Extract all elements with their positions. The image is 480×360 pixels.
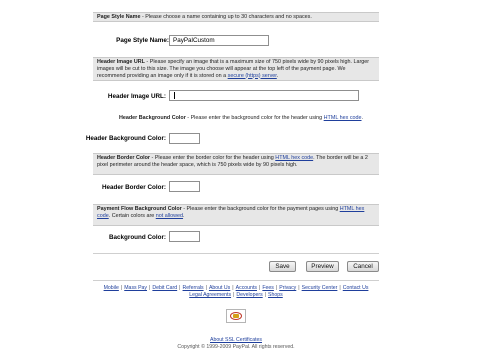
cancel-button[interactable]: Cancel [347,261,379,272]
footer-link-referrals[interactable]: Referrals [183,285,204,291]
preview-button[interactable]: Preview [306,261,339,272]
payment-flow-heading: Payment Flow Background Color [97,206,182,212]
footer-link-legal-agreements[interactable]: Legal Agreements [189,292,231,298]
header-bg-note-end: . [361,115,364,121]
payment-flow-note-text: - Please enter the background color for … [181,206,340,212]
footer-link-developers[interactable]: Developers [236,292,262,298]
copyright-text: Copyright © 1999-2009 PayPal. All rights… [177,344,295,350]
header-bg-heading: Header Background Color [119,115,186,121]
payment-flow-band: Payment Flow Background Color - Please e… [93,204,379,226]
footer-link-contact-us[interactable]: Contact Us [343,285,369,291]
header-bg-note: Header Background Color - Please enter t… [119,115,363,122]
ssl-seal-icon[interactable] [226,309,246,323]
not-allowed-link[interactable]: not allowed [156,213,183,219]
save-button[interactable]: Save [269,261,296,272]
header-bg-label: Header Background Color: [85,135,166,142]
secure-server-link[interactable]: secure (https) server [228,73,277,79]
header-border-input[interactable] [169,181,200,192]
page-style-label: Page Style Name: [116,37,169,44]
footer-link-privacy[interactable]: Privacy [279,285,296,291]
page-style-form: Page Style Name - Please choose a name c… [86,0,379,360]
page-style-band: Page Style Name - Please choose a name c… [93,12,379,22]
footer-link-security-center[interactable]: Security Center [302,285,338,291]
background-color-label: Background Color: [108,234,166,241]
header-bg-hex-link[interactable]: HTML hex code [324,115,362,121]
footer-link-shops[interactable]: Shops [268,292,283,298]
seal-lock-icon [233,314,239,318]
page-style-note: Page Style Name - Please choose a name c… [97,14,312,21]
header-border-label: Header Border Color: [101,184,166,191]
header-image-heading: Header Image URL [97,59,145,65]
page-style-note-text: - Please choose a name containing up to … [140,13,312,20]
footer-divider [93,280,379,281]
footer-link-fees[interactable]: Fees [262,285,274,291]
page-style-input[interactable]: PayPalCustom [169,35,269,46]
header-border-hex-link[interactable]: HTML hex code [275,155,313,161]
footer-links-row2: Legal Agreements | Developers | Shops [189,292,283,298]
text-cursor [174,92,175,99]
footer-link-about-us[interactable]: About Us [209,285,230,291]
header-border-note-text: - Please enter the border color for the … [150,155,276,161]
payment-flow-note-mid: . Certain colors are [108,212,156,219]
payment-flow-note-end: . [183,212,185,219]
header-image-band: Header Image URL - Please specify an ima… [93,57,379,81]
background-color-input[interactable] [169,231,200,242]
payment-flow-note: Payment Flow Background Color - Please e… [97,206,375,220]
footer-link-mass-pay[interactable]: Mass Pay [124,285,147,291]
header-border-note: Header Border Color - Please enter the b… [97,155,375,169]
ssl-link-row: About SSL Certificates [93,337,379,344]
header-image-note-end: . [276,72,279,79]
page-style-heading: Page Style Name [97,13,141,20]
header-border-heading: Header Border Color [97,155,151,161]
about-ssl-link[interactable]: About SSL Certificates [210,337,262,343]
footer-link-debit-card[interactable]: Debit Card [152,285,177,291]
header-border-band: Header Border Color - Please enter the b… [93,153,379,175]
header-image-input[interactable] [169,90,359,101]
header-image-note: Header Image URL - Please specify an ima… [97,59,375,79]
form-divider [93,253,379,254]
footer-link-accounts[interactable]: Accounts [236,285,257,291]
footer-link-mobile[interactable]: Mobile [104,285,119,291]
header-bg-input[interactable] [169,133,200,144]
header-bg-note-text: - Please enter the background color for … [185,115,324,121]
footer-links-row1: Mobile | Mass Pay | Debit Card | Referrals | Abo… [103,285,369,291]
header-image-label: Header Image URL: [107,93,166,100]
